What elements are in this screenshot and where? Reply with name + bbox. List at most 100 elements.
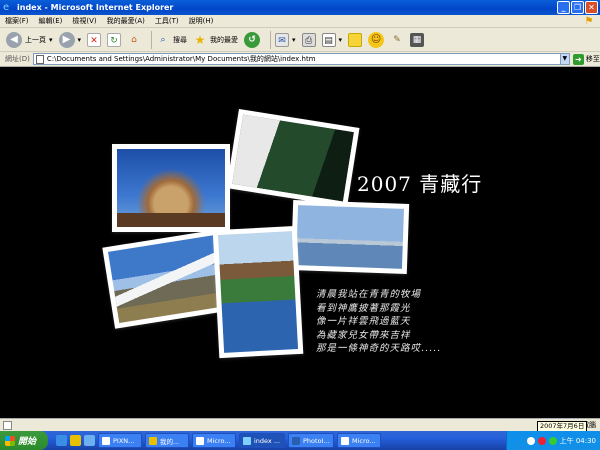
poem-line: 像一片祥雲飛過藍天 [316, 316, 411, 327]
stop-icon: ✕ [87, 32, 102, 47]
page-title: 2007 青藏行 [357, 172, 483, 196]
address-bar: 網址(D) C:\Documents and Settings\Administ… [0, 52, 600, 67]
ie-icon [243, 436, 251, 445]
media-icon: ▦ [410, 32, 425, 47]
task-label: index ... [254, 436, 281, 445]
refresh-button[interactable]: ↻ [107, 31, 122, 49]
poem-line: 清晨我站在青青的牧場 [316, 289, 422, 300]
folder-icon [149, 436, 157, 445]
network-tray-icon[interactable] [548, 436, 557, 445]
poem-line: 看到神鷹披著那霞光 [316, 302, 411, 314]
menu-view[interactable]: 檢視(V) [67, 16, 101, 26]
forward-arrow-icon: ▶ [58, 31, 75, 48]
mail-button[interactable]: ✉ ▾ [275, 31, 296, 49]
internet-explorer-icon: e [3, 1, 10, 13]
edit-page-icon: ▤ [321, 32, 336, 47]
go-label: 移至 [585, 55, 600, 63]
mountain-image [108, 234, 226, 324]
history-button[interactable]: ↺ [244, 31, 261, 49]
back-button[interactable]: ◀ 上一頁 ▾ [6, 31, 53, 49]
folder-quicklaunch-icon[interactable] [70, 435, 81, 446]
app-icon [102, 436, 110, 445]
menu-edit[interactable]: 編輯(E) [34, 16, 68, 26]
menu-favorites[interactable]: 我的最愛(A) [102, 16, 150, 26]
security-tray-icon[interactable] [537, 436, 546, 445]
minimize-button[interactable]: _ [557, 1, 570, 14]
photo-mountain [102, 229, 232, 329]
messenger-button[interactable]: ☺ [368, 31, 385, 49]
dropdown-arrow-icon[interactable]: ▾ [78, 36, 82, 44]
home-icon: ⌂ [131, 34, 137, 45]
smiley-icon: ☺ [368, 31, 385, 48]
history-icon: ↺ [244, 31, 261, 48]
note-icon [348, 32, 363, 47]
windows-flag-icon [5, 435, 15, 446]
clock[interactable]: 上午 04:30 [560, 436, 596, 446]
task-label: Micro... [207, 436, 231, 445]
desktop-quicklaunch-icon[interactable] [84, 435, 95, 446]
start-button[interactable]: 開始 [0, 431, 48, 450]
status-bar: 我的電腦 [0, 418, 600, 431]
go-arrow-icon: ➜ [572, 53, 584, 65]
quick-launch [56, 435, 95, 446]
research-icon: ✎ [393, 34, 401, 45]
potala-image [217, 231, 299, 353]
title-bar: e index - Microsoft Internet Explorer _ … [0, 0, 600, 15]
dropdown-arrow-icon[interactable]: ▾ [339, 36, 343, 44]
dropdown-arrow-icon[interactable]: ▾ [49, 36, 53, 44]
menu-tools[interactable]: 工具(T) [150, 16, 184, 26]
task-label: PhotoI... [303, 436, 330, 445]
poem-line: 那是一條神奇的天路哎..... [316, 343, 442, 354]
media-button[interactable]: ▦ [410, 31, 425, 49]
poem: 清晨我站在青青的牧場 看到神鷹披著那霞光 像一片祥雲飛過藍天 為藏家兒女帶來吉祥… [316, 288, 441, 356]
go-button[interactable]: ➜ 移至 [572, 53, 600, 65]
research-button[interactable]: ✎ [390, 31, 404, 49]
poem-line: 為藏家兒女帶來吉祥 [316, 329, 411, 341]
photo-temple [112, 144, 230, 232]
help-tray-icon[interactable] [526, 436, 535, 445]
page-content: 2007 青藏行 清晨我站在青青的牧場 看到神鷹披著那霞光 像一片祥雲飛過藍天 … [0, 68, 600, 418]
favorites-button[interactable]: ★ 我的最愛 [193, 31, 238, 49]
note-button[interactable] [348, 31, 363, 49]
close-button[interactable]: ✕ [585, 1, 598, 14]
restore-button[interactable]: ❐ [571, 1, 584, 14]
stop-button[interactable]: ✕ [87, 31, 102, 49]
toolbar-separator [151, 30, 153, 49]
photoimpact-icon [292, 436, 300, 445]
task-label: PIXN... [113, 436, 135, 445]
edit-button[interactable]: ▤ ▾ [321, 31, 343, 49]
page-status-icon [3, 420, 12, 430]
address-value: C:\Documents and Settings\Administrator\… [46, 55, 316, 63]
task-button[interactable]: Micro... [337, 433, 381, 448]
window-title: index - Microsoft Internet Explorer [17, 3, 174, 12]
refresh-icon: ↻ [107, 32, 122, 47]
ie-quicklaunch-icon[interactable] [56, 435, 67, 446]
menu-file[interactable]: 檔案(F) [0, 16, 34, 26]
star-icon: ★ [194, 32, 206, 47]
address-dropdown-button[interactable]: ▼ [559, 53, 570, 65]
print-button[interactable]: ⎙ [301, 31, 316, 49]
task-button[interactable]: Micro... [192, 433, 236, 448]
dropdown-arrow-icon[interactable]: ▾ [292, 36, 296, 44]
menu-bar: 檔案(F) 編輯(E) 檢視(V) 我的最愛(A) 工具(T) 說明(H) [0, 15, 600, 28]
photo-potala [212, 225, 304, 359]
task-button[interactable]: PhotoI... [288, 433, 334, 448]
search-button[interactable]: ⌕ 搜尋 [156, 31, 188, 49]
printer-icon: ⎙ [301, 32, 316, 47]
address-input[interactable]: C:\Documents and Settings\Administrator\… [32, 53, 561, 65]
toolbar-separator [270, 30, 272, 49]
document-icon [35, 54, 44, 64]
photo-lake [290, 199, 410, 275]
system-tray: 上午 04:30 [506, 431, 600, 450]
toolbar: ◀ 上一頁 ▾ ▶ ▾ ✕ ↻ ⌂ ⌕ 搜尋 ★ 我的最愛 ↺ ✉ ▾ ⎙ ▤ … [0, 28, 600, 52]
app-icon [341, 436, 349, 445]
favorites-label: 我的最愛 [210, 35, 239, 44]
taskbar: 開始 PIXN... 我的... Micro... index ... Phot… [0, 431, 600, 450]
task-button[interactable]: 我的... [145, 433, 189, 448]
task-button[interactable]: PIXN... [98, 433, 142, 448]
task-button[interactable]: index ... [239, 433, 285, 448]
menu-help[interactable]: 說明(H) [184, 16, 219, 26]
home-button[interactable]: ⌂ [127, 31, 141, 49]
forward-button[interactable]: ▶ ▾ [58, 31, 82, 49]
task-label: 我的... [160, 437, 180, 446]
